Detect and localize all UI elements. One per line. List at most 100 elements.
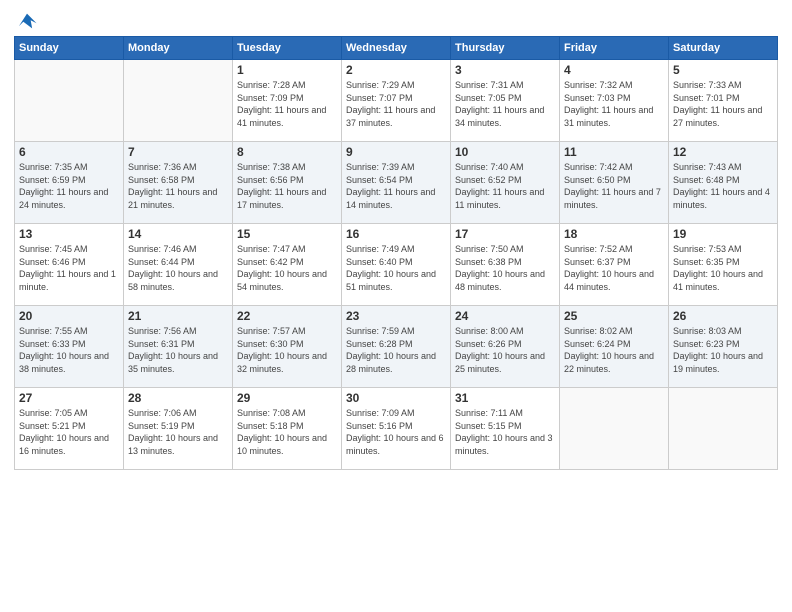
day-number: 23: [346, 309, 446, 323]
logo-bird-icon: [16, 10, 38, 32]
day-number: 10: [455, 145, 555, 159]
day-number: 29: [237, 391, 337, 405]
day-number: 28: [128, 391, 228, 405]
day-info: Sunrise: 7:36 AM Sunset: 6:58 PM Dayligh…: [128, 161, 228, 211]
day-info: Sunrise: 7:42 AM Sunset: 6:50 PM Dayligh…: [564, 161, 664, 211]
day-info: Sunrise: 8:02 AM Sunset: 6:24 PM Dayligh…: [564, 325, 664, 375]
calendar-cell: 22 Sunrise: 7:57 AM Sunset: 6:30 PM Dayli…: [233, 306, 342, 388]
day-info: Sunrise: 7:56 AM Sunset: 6:31 PM Dayligh…: [128, 325, 228, 375]
calendar-cell: 31 Sunrise: 7:11 AM Sunset: 5:15 PM Dayli…: [451, 388, 560, 470]
calendar-day-header: Saturday: [669, 37, 778, 60]
logo: [14, 10, 38, 32]
day-info: Sunrise: 7:09 AM Sunset: 5:16 PM Dayligh…: [346, 407, 446, 457]
calendar-cell: 3Sunrise: 7:31 AM Sunset: 7:05 PM Daylig…: [451, 60, 560, 142]
day-info: Sunrise: 7:52 AM Sunset: 6:37 PM Dayligh…: [564, 243, 664, 293]
day-info: Sunrise: 7:40 AM Sunset: 6:52 PM Dayligh…: [455, 161, 555, 211]
calendar-cell: 7 Sunrise: 7:36 AM Sunset: 6:58 PM Daylig…: [124, 142, 233, 224]
day-info: Sunrise: 7:32 AM Sunset: 7:03 PM Dayligh…: [564, 79, 664, 129]
calendar-cell: 16 Sunrise: 7:49 AM Sunset: 6:40 PM Dayli…: [342, 224, 451, 306]
calendar-cell: 10 Sunrise: 7:40 AM Sunset: 6:52 PM Dayli…: [451, 142, 560, 224]
day-number: 27: [19, 391, 119, 405]
calendar-cell: [560, 388, 669, 470]
calendar-cell: 17 Sunrise: 7:50 AM Sunset: 6:38 PM Dayli…: [451, 224, 560, 306]
day-number: 13: [19, 227, 119, 241]
header: [14, 10, 778, 30]
calendar-cell: 28Sunrise: 7:06 AM Sunset: 5:19 PM Dayli…: [124, 388, 233, 470]
day-info: Sunrise: 7:39 AM Sunset: 6:54 PM Dayligh…: [346, 161, 446, 211]
calendar-table: SundayMondayTuesdayWednesdayThursdayFrid…: [14, 36, 778, 470]
calendar-cell: 26 Sunrise: 8:03 AM Sunset: 6:23 PM Dayli…: [669, 306, 778, 388]
day-number: 7: [128, 145, 228, 159]
calendar-day-header: Friday: [560, 37, 669, 60]
calendar-day-header: Sunday: [15, 37, 124, 60]
day-info: Sunrise: 7:08 AM Sunset: 5:18 PM Dayligh…: [237, 407, 337, 457]
calendar-day-header: Wednesday: [342, 37, 451, 60]
day-info: Sunrise: 7:47 AM Sunset: 6:42 PM Dayligh…: [237, 243, 337, 293]
day-info: Sunrise: 7:35 AM Sunset: 6:59 PM Dayligh…: [19, 161, 119, 211]
day-number: 8: [237, 145, 337, 159]
calendar-cell: 25 Sunrise: 8:02 AM Sunset: 6:24 PM Dayli…: [560, 306, 669, 388]
calendar-cell: 15 Sunrise: 7:47 AM Sunset: 6:42 PM Dayli…: [233, 224, 342, 306]
page: SundayMondayTuesdayWednesdayThursdayFrid…: [0, 0, 792, 612]
calendar-cell: 9 Sunrise: 7:39 AM Sunset: 6:54 PM Daylig…: [342, 142, 451, 224]
calendar-day-header: Tuesday: [233, 37, 342, 60]
day-info: Sunrise: 7:55 AM Sunset: 6:33 PM Dayligh…: [19, 325, 119, 375]
calendar-cell: 18 Sunrise: 7:52 AM Sunset: 6:37 PM Dayli…: [560, 224, 669, 306]
day-number: 4: [564, 63, 664, 77]
day-info: Sunrise: 7:11 AM Sunset: 5:15 PM Dayligh…: [455, 407, 555, 457]
calendar-cell: 20 Sunrise: 7:55 AM Sunset: 6:33 PM Dayli…: [15, 306, 124, 388]
calendar-cell: 21Sunrise: 7:56 AM Sunset: 6:31 PM Dayli…: [124, 306, 233, 388]
day-info: Sunrise: 7:43 AM Sunset: 6:48 PM Dayligh…: [673, 161, 773, 211]
day-number: 31: [455, 391, 555, 405]
calendar-cell: 29 Sunrise: 7:08 AM Sunset: 5:18 PM Dayli…: [233, 388, 342, 470]
day-number: 6: [19, 145, 119, 159]
day-info: Sunrise: 7:38 AM Sunset: 6:56 PM Dayligh…: [237, 161, 337, 211]
calendar-day-header: Thursday: [451, 37, 560, 60]
calendar-cell: 30Sunrise: 7:09 AM Sunset: 5:16 PM Dayli…: [342, 388, 451, 470]
calendar-cell: 12 Sunrise: 7:43 AM Sunset: 6:48 PM Dayli…: [669, 142, 778, 224]
calendar-cell: 5 Sunrise: 7:33 AM Sunset: 7:01 PM Daylig…: [669, 60, 778, 142]
day-info: Sunrise: 7:45 AM Sunset: 6:46 PM Dayligh…: [19, 243, 119, 293]
logo-area: [14, 10, 38, 30]
day-info: Sunrise: 8:03 AM Sunset: 6:23 PM Dayligh…: [673, 325, 773, 375]
calendar-cell: 2Sunrise: 7:29 AM Sunset: 7:07 PM Daylig…: [342, 60, 451, 142]
day-number: 19: [673, 227, 773, 241]
day-info: Sunrise: 7:57 AM Sunset: 6:30 PM Dayligh…: [237, 325, 337, 375]
day-number: 9: [346, 145, 446, 159]
day-number: 25: [564, 309, 664, 323]
calendar-cell: 24 Sunrise: 8:00 AM Sunset: 6:26 PM Dayli…: [451, 306, 560, 388]
day-number: 18: [564, 227, 664, 241]
day-number: 20: [19, 309, 119, 323]
day-number: 16: [346, 227, 446, 241]
day-number: 12: [673, 145, 773, 159]
calendar-cell: 4 Sunrise: 7:32 AM Sunset: 7:03 PM Daylig…: [560, 60, 669, 142]
calendar-cell: [124, 60, 233, 142]
day-info: Sunrise: 7:50 AM Sunset: 6:38 PM Dayligh…: [455, 243, 555, 293]
calendar-cell: 14 Sunrise: 7:46 AM Sunset: 6:44 PM Dayli…: [124, 224, 233, 306]
calendar-cell: 19Sunrise: 7:53 AM Sunset: 6:35 PM Dayli…: [669, 224, 778, 306]
calendar-cell: 13 Sunrise: 7:45 AM Sunset: 6:46 PM Dayli…: [15, 224, 124, 306]
day-info: Sunrise: 7:49 AM Sunset: 6:40 PM Dayligh…: [346, 243, 446, 293]
calendar-header-row: SundayMondayTuesdayWednesdayThursdayFrid…: [15, 37, 778, 60]
day-number: 26: [673, 309, 773, 323]
calendar-cell: 23 Sunrise: 7:59 AM Sunset: 6:28 PM Dayli…: [342, 306, 451, 388]
day-info: Sunrise: 7:46 AM Sunset: 6:44 PM Dayligh…: [128, 243, 228, 293]
day-number: 14: [128, 227, 228, 241]
day-number: 22: [237, 309, 337, 323]
day-info: Sunrise: 8:00 AM Sunset: 6:26 PM Dayligh…: [455, 325, 555, 375]
calendar-cell: [15, 60, 124, 142]
day-info: Sunrise: 7:05 AM Sunset: 5:21 PM Dayligh…: [19, 407, 119, 457]
day-number: 24: [455, 309, 555, 323]
calendar-cell: 27 Sunrise: 7:05 AM Sunset: 5:21 PM Dayli…: [15, 388, 124, 470]
day-number: 1: [237, 63, 337, 77]
calendar-cell: 6 Sunrise: 7:35 AM Sunset: 6:59 PM Daylig…: [15, 142, 124, 224]
day-info: Sunrise: 7:33 AM Sunset: 7:01 PM Dayligh…: [673, 79, 773, 129]
day-number: 17: [455, 227, 555, 241]
day-info: Sunrise: 7:59 AM Sunset: 6:28 PM Dayligh…: [346, 325, 446, 375]
day-number: 5: [673, 63, 773, 77]
calendar-cell: [669, 388, 778, 470]
day-info: Sunrise: 7:29 AM Sunset: 7:07 PM Dayligh…: [346, 79, 446, 129]
day-number: 15: [237, 227, 337, 241]
day-number: 11: [564, 145, 664, 159]
calendar-day-header: Monday: [124, 37, 233, 60]
